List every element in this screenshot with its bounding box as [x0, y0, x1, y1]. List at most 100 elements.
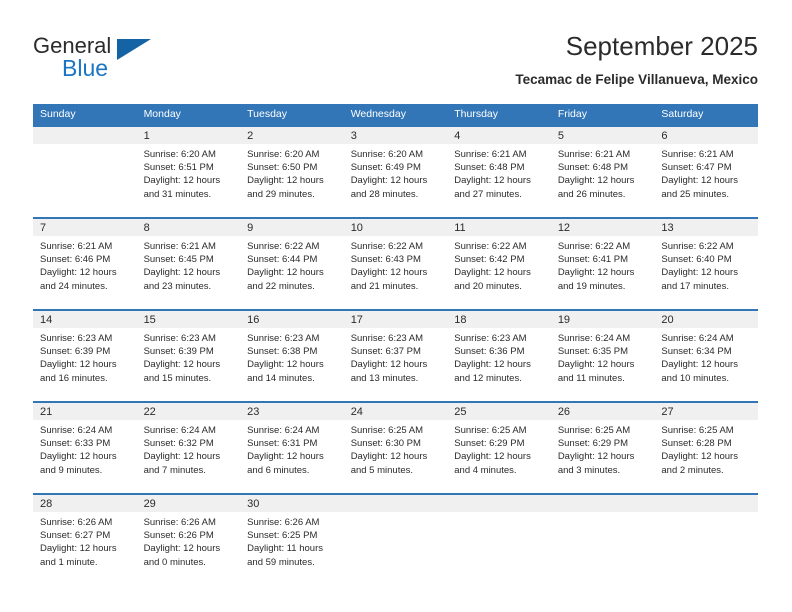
daylight-text: Daylight: 12 hours	[454, 267, 531, 279]
day-number[interactable]: 27	[654, 403, 758, 420]
day-cell[interactable]: Sunrise: 6:23 AM Sunset: 6:38 PM Dayligh…	[240, 328, 344, 401]
day-number[interactable]: 23	[240, 403, 344, 420]
day-cell[interactable]: Sunrise: 6:25 AM Sunset: 6:28 PM Dayligh…	[654, 420, 758, 493]
day-number[interactable]: 11	[447, 219, 551, 236]
sunset-text: Sunset: 6:33 PM	[40, 438, 111, 450]
day-number[interactable]	[551, 495, 655, 512]
day-number[interactable]	[33, 127, 137, 144]
day-number[interactable]: 6	[654, 127, 758, 144]
day-number[interactable]	[344, 495, 448, 512]
sunrise-text: Sunrise: 6:23 AM	[40, 333, 113, 344]
week-detail-band: Sunrise: 6:23 AM Sunset: 6:39 PM Dayligh…	[33, 328, 758, 401]
day-cell[interactable]	[33, 144, 137, 217]
day-number[interactable]: 30	[240, 495, 344, 512]
sunset-text: Sunset: 6:31 PM	[247, 438, 318, 450]
sunset-text: Sunset: 6:29 PM	[557, 438, 629, 450]
day-number[interactable]	[447, 495, 551, 512]
daylight-text: Daylight: 12 hours	[661, 267, 738, 279]
day-cell[interactable]	[344, 512, 448, 585]
daylight-text: Daylight: 12 hours	[143, 267, 221, 279]
day-number[interactable]: 3	[344, 127, 448, 144]
day-number[interactable]: 18	[447, 311, 551, 328]
day-number[interactable]: 25	[447, 403, 551, 420]
day-cell[interactable]: Sunrise: 6:24 AM Sunset: 6:34 PM Dayligh…	[654, 328, 758, 401]
sunrise-text: Sunrise: 6:25 AM	[557, 425, 631, 436]
title-block: September 2025 Tecamac de Felipe Villanu…	[515, 30, 758, 89]
sunset-text: Sunset: 6:30 PM	[350, 438, 421, 450]
day-number[interactable]: 1	[137, 127, 241, 144]
day-number[interactable]: 19	[551, 311, 655, 328]
page-header: General Blue September 2025 Tecamac de F…	[0, 0, 792, 104]
day-cell[interactable]: Sunrise: 6:21 AM Sunset: 6:48 PM Dayligh…	[551, 144, 655, 217]
day-number[interactable]	[654, 495, 758, 512]
day-cell[interactable]: Sunrise: 6:26 AM Sunset: 6:25 PM Dayligh…	[240, 512, 344, 585]
day-number[interactable]: 7	[33, 219, 137, 236]
daylight-text: Daylight: 12 hours	[661, 451, 738, 463]
day-number[interactable]: 12	[551, 219, 655, 236]
weekday-header-tuesday: Tuesday	[247, 108, 288, 120]
day-cell[interactable]: Sunrise: 6:21 AM Sunset: 6:45 PM Dayligh…	[137, 236, 241, 309]
day-cell[interactable]	[654, 512, 758, 585]
day-cell[interactable]: Sunrise: 6:25 AM Sunset: 6:29 PM Dayligh…	[447, 420, 551, 493]
day-cell[interactable]: Sunrise: 6:20 AM Sunset: 6:51 PM Dayligh…	[137, 144, 241, 217]
day-cell[interactable]: Sunrise: 6:24 AM Sunset: 6:33 PM Dayligh…	[33, 420, 137, 493]
day-number[interactable]: 26	[551, 403, 655, 420]
day-number[interactable]: 29	[137, 495, 241, 512]
day-number[interactable]: 10	[344, 219, 448, 236]
sunrise-text: Sunrise: 6:26 AM	[40, 517, 113, 528]
day-cell[interactable]: Sunrise: 6:23 AM Sunset: 6:39 PM Dayligh…	[137, 328, 241, 401]
day-cell[interactable]: Sunrise: 6:20 AM Sunset: 6:49 PM Dayligh…	[344, 144, 448, 217]
sunrise-text: Sunrise: 6:22 AM	[454, 241, 527, 252]
day-cell[interactable]: Sunrise: 6:22 AM Sunset: 6:43 PM Dayligh…	[344, 236, 448, 309]
day-cell[interactable]	[447, 512, 551, 585]
day-number[interactable]: 21	[33, 403, 137, 420]
day-cell[interactable]: Sunrise: 6:26 AM Sunset: 6:26 PM Dayligh…	[137, 512, 241, 585]
day-cell[interactable]: Sunrise: 6:21 AM Sunset: 6:46 PM Dayligh…	[33, 236, 137, 309]
daylight-text: Daylight: 12 hours	[454, 451, 531, 463]
day-cell[interactable]: Sunrise: 6:22 AM Sunset: 6:41 PM Dayligh…	[551, 236, 655, 309]
day-cell[interactable]: Sunrise: 6:24 AM Sunset: 6:32 PM Dayligh…	[137, 420, 241, 493]
daylight-text: Daylight: 12 hours	[454, 359, 531, 371]
day-number[interactable]: 13	[654, 219, 758, 236]
day-cell[interactable]: Sunrise: 6:22 AM Sunset: 6:42 PM Dayligh…	[447, 236, 551, 309]
sunset-text: Sunset: 6:46 PM	[40, 254, 111, 266]
sunrise-text: Sunrise: 6:21 AM	[557, 149, 631, 160]
week-detail-band: Sunrise: 6:24 AM Sunset: 6:33 PM Dayligh…	[33, 420, 758, 493]
day-cell[interactable]: Sunrise: 6:24 AM Sunset: 6:31 PM Dayligh…	[240, 420, 344, 493]
day-number[interactable]: 2	[240, 127, 344, 144]
day-number[interactable]: 24	[344, 403, 448, 420]
day-number[interactable]: 20	[654, 311, 758, 328]
day-number[interactable]: 28	[33, 495, 137, 512]
day-cell[interactable]: Sunrise: 6:22 AM Sunset: 6:40 PM Dayligh…	[654, 236, 758, 309]
sunrise-text: Sunrise: 6:20 AM	[247, 149, 320, 160]
daylight-text-cont: and 10 minutes.	[661, 372, 729, 384]
day-cell[interactable]: Sunrise: 6:23 AM Sunset: 6:36 PM Dayligh…	[447, 328, 551, 401]
day-cell[interactable]: Sunrise: 6:20 AM Sunset: 6:50 PM Dayligh…	[240, 144, 344, 217]
day-cell[interactable]	[551, 512, 655, 585]
day-cell[interactable]: Sunrise: 6:25 AM Sunset: 6:30 PM Dayligh…	[344, 420, 448, 493]
day-number[interactable]: 9	[240, 219, 344, 236]
day-cell[interactable]: Sunrise: 6:23 AM Sunset: 6:37 PM Dayligh…	[344, 328, 448, 401]
day-cell[interactable]: Sunrise: 6:21 AM Sunset: 6:48 PM Dayligh…	[447, 144, 551, 217]
day-number[interactable]: 16	[240, 311, 344, 328]
day-number[interactable]: 4	[447, 127, 551, 144]
sunset-text: Sunset: 6:39 PM	[40, 346, 111, 358]
daylight-text-cont: and 21 minutes.	[350, 280, 419, 292]
daylight-text-cont: and 1 minute.	[40, 556, 98, 568]
day-number[interactable]: 14	[33, 311, 137, 328]
day-cell[interactable]: Sunrise: 6:24 AM Sunset: 6:35 PM Dayligh…	[551, 328, 655, 401]
day-cell[interactable]: Sunrise: 6:26 AM Sunset: 6:27 PM Dayligh…	[33, 512, 137, 585]
day-number[interactable]: 17	[344, 311, 448, 328]
day-cell[interactable]: Sunrise: 6:22 AM Sunset: 6:44 PM Dayligh…	[240, 236, 344, 309]
weekday-header-wednesday: Wednesday	[350, 108, 406, 120]
day-cell[interactable]: Sunrise: 6:25 AM Sunset: 6:29 PM Dayligh…	[551, 420, 655, 493]
day-number[interactable]: 22	[137, 403, 241, 420]
daylight-text-cont: and 2 minutes.	[661, 464, 724, 476]
sunset-text: Sunset: 6:25 PM	[247, 530, 318, 542]
day-number[interactable]: 8	[137, 219, 241, 236]
day-number[interactable]: 15	[137, 311, 241, 328]
day-number[interactable]: 5	[551, 127, 655, 144]
day-cell[interactable]: Sunrise: 6:21 AM Sunset: 6:47 PM Dayligh…	[654, 144, 758, 217]
daylight-text: Daylight: 12 hours	[143, 451, 221, 463]
day-cell[interactable]: Sunrise: 6:23 AM Sunset: 6:39 PM Dayligh…	[33, 328, 137, 401]
